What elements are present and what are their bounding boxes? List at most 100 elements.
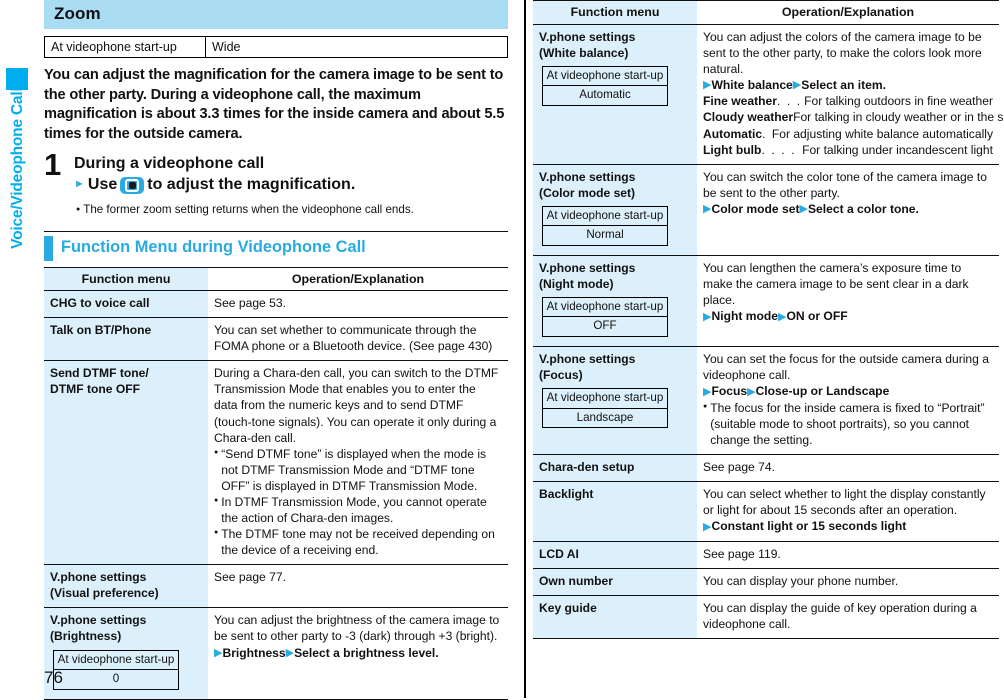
menu-label-line: V.phone settings [539, 260, 636, 275]
definition-term: Automatic [703, 126, 763, 141]
right-column: Function menu Operation/Explanation V.ph… [533, 0, 1004, 698]
triangle-marker-icon: ▶ [703, 520, 712, 533]
cell-function-menu: V.phone settings (Visual preference) [44, 564, 208, 609]
cell-operation: You can set the focus for the outside ca… [697, 346, 999, 455]
side-tab-label: Voice/Videophone Calls [9, 79, 26, 249]
step-action-label: White balance [711, 77, 793, 92]
definition-row: Fine weather. . . . . For talking outdoo… [703, 93, 993, 109]
operation-paragraph: You can switch the color tone of the cam… [703, 169, 987, 200]
operation-step: ▶Brightness▶Select a brightness level. [214, 645, 502, 662]
cell-function-menu: Chara-den setup [533, 454, 697, 483]
th-operation: Operation/Explanation [208, 266, 508, 292]
step-note: The former zoom setting returns when the… [74, 202, 508, 217]
operation-paragraph: You can adjust the colors of the camera … [703, 29, 982, 76]
cell-operation: During a Chara-den call, you can switch … [208, 360, 508, 566]
operation-paragraph: See page 119. [703, 546, 781, 561]
function-menu-heading-text: Function Menu during Videophone Call [61, 238, 366, 257]
spec-value: Wide [205, 36, 508, 58]
column-divider [524, 0, 526, 698]
page-number: 76 [44, 668, 63, 687]
th-operation: Operation/Explanation [697, 0, 999, 25]
menu-label-line: V.phone settings [539, 169, 636, 184]
cell-function-menu: LCD AI [533, 541, 697, 569]
definition-leader: . . . . . . . . [762, 126, 772, 141]
definition-row: Light bulb. . . . . . . . For talking un… [703, 142, 993, 158]
bullet-dot-icon [76, 202, 80, 217]
default-setting-mini-table: At videophone start-up Normal [542, 205, 668, 246]
cell-function-menu: Key guide [533, 595, 697, 640]
menu-label-line: V.phone settings [539, 29, 636, 44]
cell-function-menu: V.phone settings (Night mode) At videophon… [533, 255, 697, 347]
cell-operation: You can display the guide of key operati… [697, 595, 999, 640]
operation-paragraph: You can display your phone number. [703, 573, 899, 588]
mini-table-label: At videophone start-up [542, 65, 668, 87]
left-column: Zoom At videophone start-up Wide You can… [44, 0, 508, 700]
cell-function-menu: V.phone settings (Color mode set) At video… [533, 164, 697, 256]
operation-paragraph: See page 74. [703, 459, 775, 474]
table-body-left: CHG to voice call See page 53. Talk on BT/… [44, 290, 508, 700]
definition-description: For talking under incandescent light [802, 142, 993, 157]
operation-paragraph: You can set whether to communicate throu… [214, 323, 493, 354]
cell-operation: See page 53. [208, 290, 508, 319]
heading-accent-bar [44, 236, 53, 261]
definition-leader: . . . . . [776, 94, 804, 109]
menu-label-line: (Brightness) [50, 629, 122, 644]
menu-label-line: DTMF tone OFF [50, 382, 141, 397]
operation-bullet: ● The focus for the inside camera is fixe… [703, 400, 993, 448]
table-header-row: Function menu Operation/Explanation [533, 0, 999, 25]
cell-operation: See page 119. [697, 541, 999, 569]
table-row: LCD AI See page 119. [533, 541, 999, 569]
cell-operation: You can adjust the colors of the camera … [697, 24, 1004, 165]
step-result-label: ON or OFF [786, 309, 848, 324]
triangle-marker-icon: ▶ [214, 647, 223, 660]
operation-step: ▶White balance▶Select an item. [703, 77, 993, 94]
function-menu-table-right: Function menu Operation/Explanation V.ph… [533, 0, 1004, 640]
mini-table-label: At videophone start-up [542, 205, 668, 227]
definition-leader: . . . . . . . . [761, 142, 802, 157]
function-menu-heading-wrap: Function Menu during Videophone Call [44, 231, 508, 261]
step-result-label: Select a color tone. [807, 201, 919, 216]
bullet-dot-icon: ● [214, 448, 219, 456]
menu-label-line: (Visual preference) [50, 586, 159, 601]
table-row: Send DTMF tone/DTMF tone OFF During a Cha… [44, 360, 508, 566]
operation-bullet-text: The DTMF tone may not be received depend… [221, 527, 495, 558]
mini-table-value: Automatic [542, 85, 668, 106]
table-row: V.phone settings (Night mode) At videophon… [533, 255, 999, 347]
operation-paragraph: You can select whether to light the disp… [703, 487, 986, 518]
bullet-dot-icon: ● [214, 496, 219, 504]
step-number: 1 [44, 147, 62, 183]
operation-paragraph: See page 53. [214, 296, 286, 311]
cell-operation: You can lengthen the camera’s exposure t… [697, 255, 999, 347]
section-heading-zoom: Zoom [44, 0, 508, 29]
cell-operation: You can select whether to light the disp… [697, 481, 999, 542]
step-line-2-prefix: Use [87, 176, 118, 194]
operation-bullet-text: In DTMF Transmission Mode, you cannot op… [221, 494, 487, 526]
definition-term: Cloudy weather [703, 110, 794, 125]
step-1: 1 During a videophone call ► Use to adju… [44, 149, 508, 217]
operation-paragraph: You can adjust the brightness of the cam… [214, 613, 500, 644]
operation-step: ▶Night mode▶ON or OFF [703, 308, 993, 325]
menu-label-line: V.phone settings [50, 570, 147, 585]
triangle-marker-icon: ▶ [747, 385, 756, 398]
definition-description: For talking outdoors in fine weather [804, 94, 993, 109]
table-row: V.phone settings (White balance) At videop… [533, 24, 1004, 165]
table-row: Key guide You can display the guide of ke… [533, 595, 999, 640]
zoom-default-table: At videophone start-up Wide [44, 36, 508, 58]
step-line-1: During a videophone call [74, 155, 265, 173]
table-row: V.phone settings (Focus) At videophone sta… [533, 346, 999, 455]
menu-label-line: (Focus) [539, 368, 583, 382]
step-line-2-suffix: to adjust the magnification. [147, 176, 356, 194]
definition-description: For adjusting white balance automaticall… [771, 126, 993, 141]
navigation-key-icon [120, 176, 145, 194]
definition-row: Cloudy weather. . . For talking in cloud… [703, 109, 1004, 125]
step-action-label: Brightness [222, 645, 286, 660]
table-row: Chara-den setup See page 74. [533, 454, 999, 483]
operation-step: ▶Constant light or 15 seconds light [703, 518, 993, 535]
cell-operation: You can adjust the brightness of the cam… [208, 607, 508, 700]
step-result-label: Select an item. [801, 77, 886, 92]
cell-function-menu: Send DTMF tone/DTMF tone OFF [44, 360, 208, 566]
table-row: At videophone start-up Wide [44, 36, 508, 58]
table-header-row: Function menu Operation/Explanation [44, 266, 508, 292]
table-body-right: V.phone settings (White balance) At videop… [533, 24, 1004, 640]
spec-key: At videophone start-up [44, 36, 206, 58]
